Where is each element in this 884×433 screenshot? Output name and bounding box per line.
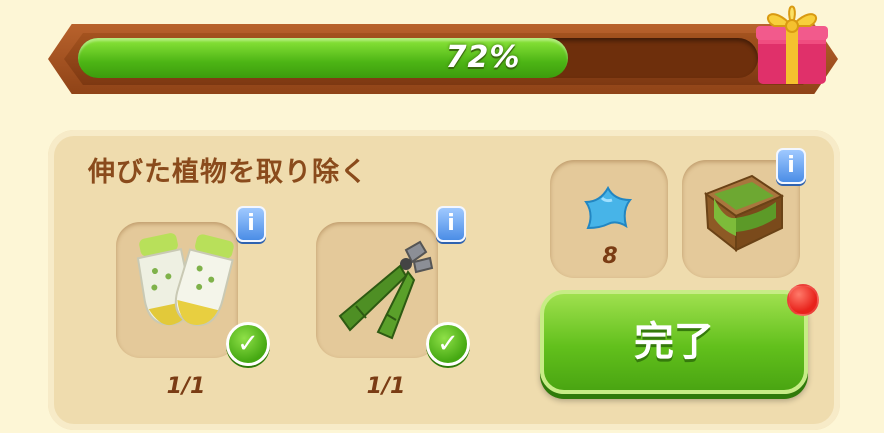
planter-box-icon xyxy=(703,174,785,253)
notification-dot xyxy=(787,284,819,316)
checkmark-icon: ✓ xyxy=(426,322,470,366)
gloves-icon xyxy=(136,233,234,327)
info-icon[interactable]: i xyxy=(776,148,806,184)
item-count: 1/1 xyxy=(166,374,206,399)
info-icon[interactable]: i xyxy=(236,206,266,242)
complete-button-label: 完了 xyxy=(634,319,714,365)
complete-button[interactable]: 完了 xyxy=(540,290,808,394)
blue-star-icon xyxy=(584,186,633,230)
info-icon[interactable]: i xyxy=(436,206,466,242)
gift-box-icon[interactable] xyxy=(752,0,832,88)
task-title: 伸びた植物を取り除く xyxy=(88,157,368,188)
item-count: 1/1 xyxy=(366,374,406,399)
reward-amount: 8 xyxy=(602,244,618,269)
pruning-shears-icon xyxy=(338,240,434,340)
checkmark-icon: ✓ xyxy=(226,322,270,366)
